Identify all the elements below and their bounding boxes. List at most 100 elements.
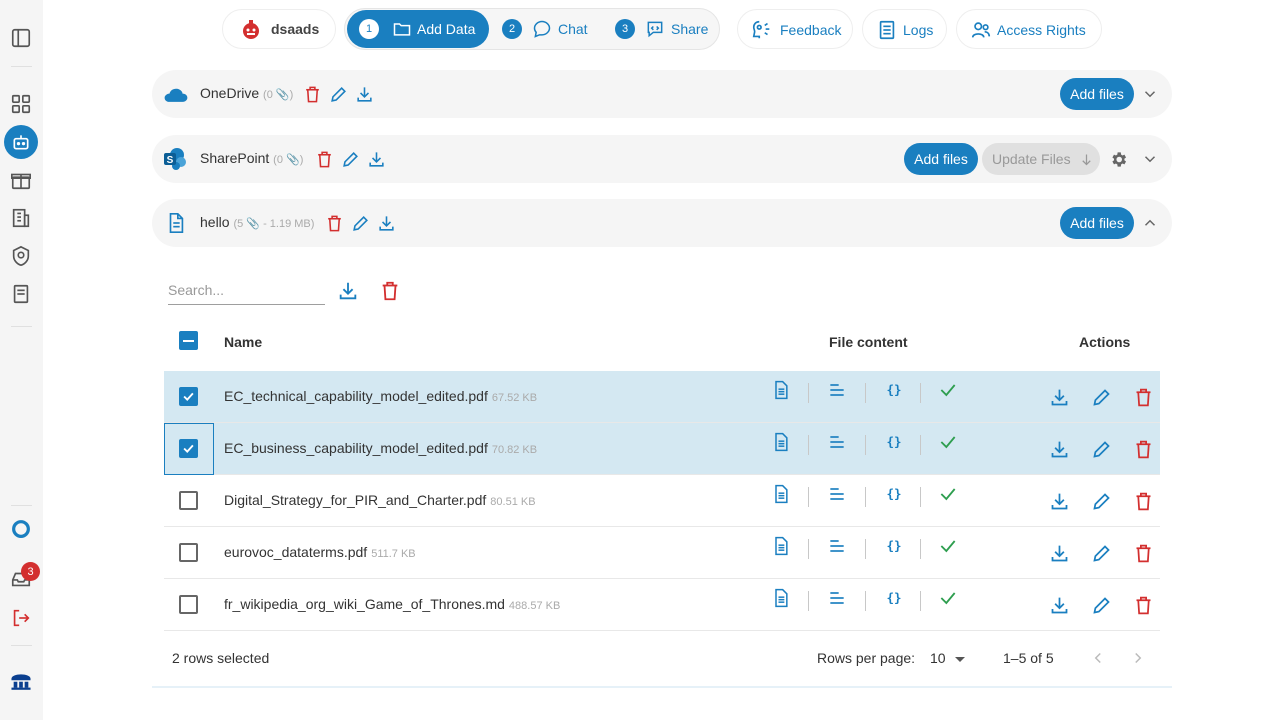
view-text-icon[interactable] [770,535,792,557]
next-page-icon[interactable] [1128,648,1148,668]
source-row-onedrive[interactable]: OneDrive (0 📎) Add files [152,70,1172,118]
brand-logo[interactable] [8,668,34,694]
access-rights-button[interactable]: Access Rights [956,9,1102,49]
row-checkbox[interactable] [179,543,198,562]
download-icon[interactable] [376,213,396,233]
delete-icon[interactable] [1131,593,1155,617]
sharepoint-icon: S [162,147,188,171]
table-row[interactable]: fr_wikipedia_org_wiki_Game_of_Thrones.md… [164,579,1160,631]
delete-selected-icon[interactable] [378,279,402,303]
file-size: 80.51 KB [490,496,536,508]
row-checkbox[interactable] [179,595,198,614]
book-icon[interactable] [8,281,34,307]
download-icon[interactable] [1047,437,1071,461]
delete-icon[interactable] [314,149,334,169]
rows-per-page-select[interactable]: 10 [930,650,966,666]
robot-icon[interactable] [4,125,38,159]
edit-icon[interactable] [350,213,370,233]
file-size: 511.7 KB [371,548,416,560]
edit-icon[interactable] [1089,489,1113,513]
download-icon[interactable] [1047,385,1071,409]
row-checkbox-cell[interactable] [164,475,214,527]
gift-icon[interactable] [8,167,34,193]
delete-icon[interactable] [1131,437,1155,461]
sidebar-divider [11,645,32,646]
edit-icon[interactable] [328,84,348,104]
update-files-label: Update Files [992,151,1071,167]
delete-icon[interactable] [1131,385,1155,409]
separator [865,383,866,403]
download-icon[interactable] [1047,593,1071,617]
view-json-icon[interactable]: {} [882,431,906,453]
add-files-button[interactable]: Add files [1060,207,1134,239]
edit-icon[interactable] [1089,593,1113,617]
status-check-icon [937,379,959,401]
project-selector[interactable]: dsaads [222,9,336,49]
step-add-data[interactable]: 1 Add Data [347,10,489,48]
view-text-icon[interactable] [770,587,792,609]
edit-icon[interactable] [340,149,360,169]
view-json-icon[interactable]: {} [882,535,906,557]
delete-icon[interactable] [302,84,322,104]
feedback-button[interactable]: Feedback [737,9,853,49]
download-icon[interactable] [354,84,374,104]
view-chunks-icon[interactable] [825,379,849,401]
search-field[interactable] [168,276,325,305]
add-files-button[interactable]: Add files [904,143,978,175]
logout-icon[interactable] [8,605,34,631]
download-icon[interactable] [1047,541,1071,565]
view-chunks-icon[interactable] [825,483,849,505]
row-checkbox-cell[interactable] [164,527,214,579]
grid-icon[interactable] [8,91,34,117]
search-input[interactable] [168,276,325,298]
edit-icon[interactable] [1089,437,1113,461]
download-icon[interactable] [366,149,386,169]
row-checkbox-cell[interactable] [164,423,214,475]
delete-icon[interactable] [324,213,344,233]
step-label: Add Data [417,21,476,37]
table-row[interactable]: EC_technical_capability_model_edited.pdf… [164,371,1160,423]
source-row-sharepoint[interactable]: S SharePoint (0 📎) Add files Update File… [152,135,1172,183]
view-json-icon[interactable]: {} [882,483,906,505]
row-checkbox-cell[interactable] [164,371,214,423]
view-text-icon[interactable] [770,379,792,401]
select-all-checkbox[interactable] [179,331,198,350]
table-row[interactable]: eurovoc_dataterms.pdf 511.7 KB {} [164,527,1160,579]
view-text-icon[interactable] [770,483,792,505]
view-chunks-icon[interactable] [825,535,849,557]
column-name[interactable]: Name [224,334,262,350]
prev-page-icon[interactable] [1088,648,1108,668]
table-row[interactable]: EC_business_capability_model_edited.pdf 7… [164,423,1160,475]
delete-icon[interactable] [1131,541,1155,565]
update-files-button[interactable]: Update Files [982,143,1100,175]
chevron-down-icon[interactable] [1140,149,1160,169]
chevron-up-icon[interactable] [1140,213,1160,233]
view-json-icon[interactable]: {} [882,379,906,401]
gear-icon[interactable] [1108,149,1128,169]
view-text-icon[interactable] [770,431,792,453]
view-chunks-icon[interactable] [825,587,849,609]
logs-button[interactable]: Logs [862,9,947,49]
edit-icon[interactable] [1089,385,1113,409]
edit-icon[interactable] [1089,541,1113,565]
chevron-down-icon[interactable] [1140,84,1160,104]
row-checkbox[interactable] [179,387,198,406]
panel-toggle-icon[interactable] [8,25,34,51]
download-icon[interactable] [1047,489,1071,513]
status-check-icon [937,535,959,557]
chat-bubble-icon[interactable] [8,516,34,542]
row-checkbox-cell[interactable] [164,579,214,631]
delete-icon[interactable] [1131,489,1155,513]
row-checkbox[interactable] [179,439,198,458]
view-json-icon[interactable]: {} [882,587,906,609]
shield-icon[interactable] [8,243,34,269]
sidebar-divider [11,66,32,67]
building-icon[interactable] [8,205,34,231]
source-row-hello[interactable]: hello (5 📎 - 1.19 MB) Add files [152,199,1172,247]
row-checkbox[interactable] [179,491,198,510]
feedback-icon [750,18,774,42]
add-files-button[interactable]: Add files [1060,78,1134,110]
download-all-icon[interactable] [336,279,360,303]
table-row[interactable]: Digital_Strategy_for_PIR_and_Charter.pdf… [164,475,1160,527]
view-chunks-icon[interactable] [825,431,849,453]
